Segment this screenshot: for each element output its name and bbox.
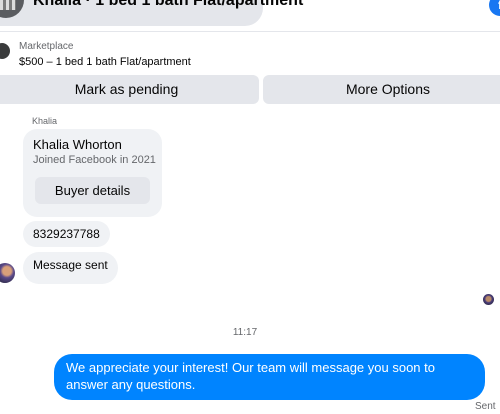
message-timestamp: 11:17 — [232, 327, 258, 338]
listing-thumbnail — [0, 0, 24, 18]
conversation-header: Khalia · 1 bed 1 bath Flat/apartment f — [0, 0, 500, 30]
conversation-title: Khalia · 1 bed 1 bath Flat/apartment — [33, 0, 304, 9]
sender-avatar[interactable] — [0, 263, 15, 283]
listing-title-chip[interactable]: Khalia · 1 bed 1 bath Flat/apartment — [0, 0, 303, 26]
more-options-button[interactable]: More Options — [263, 75, 500, 104]
marketplace-label: Marketplace — [19, 41, 74, 52]
outgoing-message[interactable]: We appreciate your interest! Our team wi… — [54, 354, 485, 400]
profile-name[interactable]: Khalia Whorton — [33, 137, 122, 152]
header-divider — [0, 31, 500, 32]
profile-joined: Joined Facebook in 2021 — [33, 154, 156, 166]
delivery-status: Sent — [475, 401, 496, 412]
incoming-message[interactable]: 8329237788 — [23, 221, 110, 247]
buyer-details-button[interactable]: Buyer details — [35, 177, 150, 204]
seen-indicator-avatar — [483, 294, 494, 305]
facebook-icon[interactable]: f — [489, 0, 500, 16]
marketplace-avatar — [0, 43, 10, 59]
profile-card: Khalia Whorton Joined Facebook in 2021 B… — [23, 129, 162, 217]
listing-summary[interactable]: $500 – 1 bed 1 bath Flat/apartment — [19, 56, 191, 68]
mark-as-pending-button[interactable]: Mark as pending — [0, 75, 259, 104]
sender-name: Khalia — [32, 116, 58, 126]
incoming-message[interactable]: Message sent — [23, 252, 118, 284]
